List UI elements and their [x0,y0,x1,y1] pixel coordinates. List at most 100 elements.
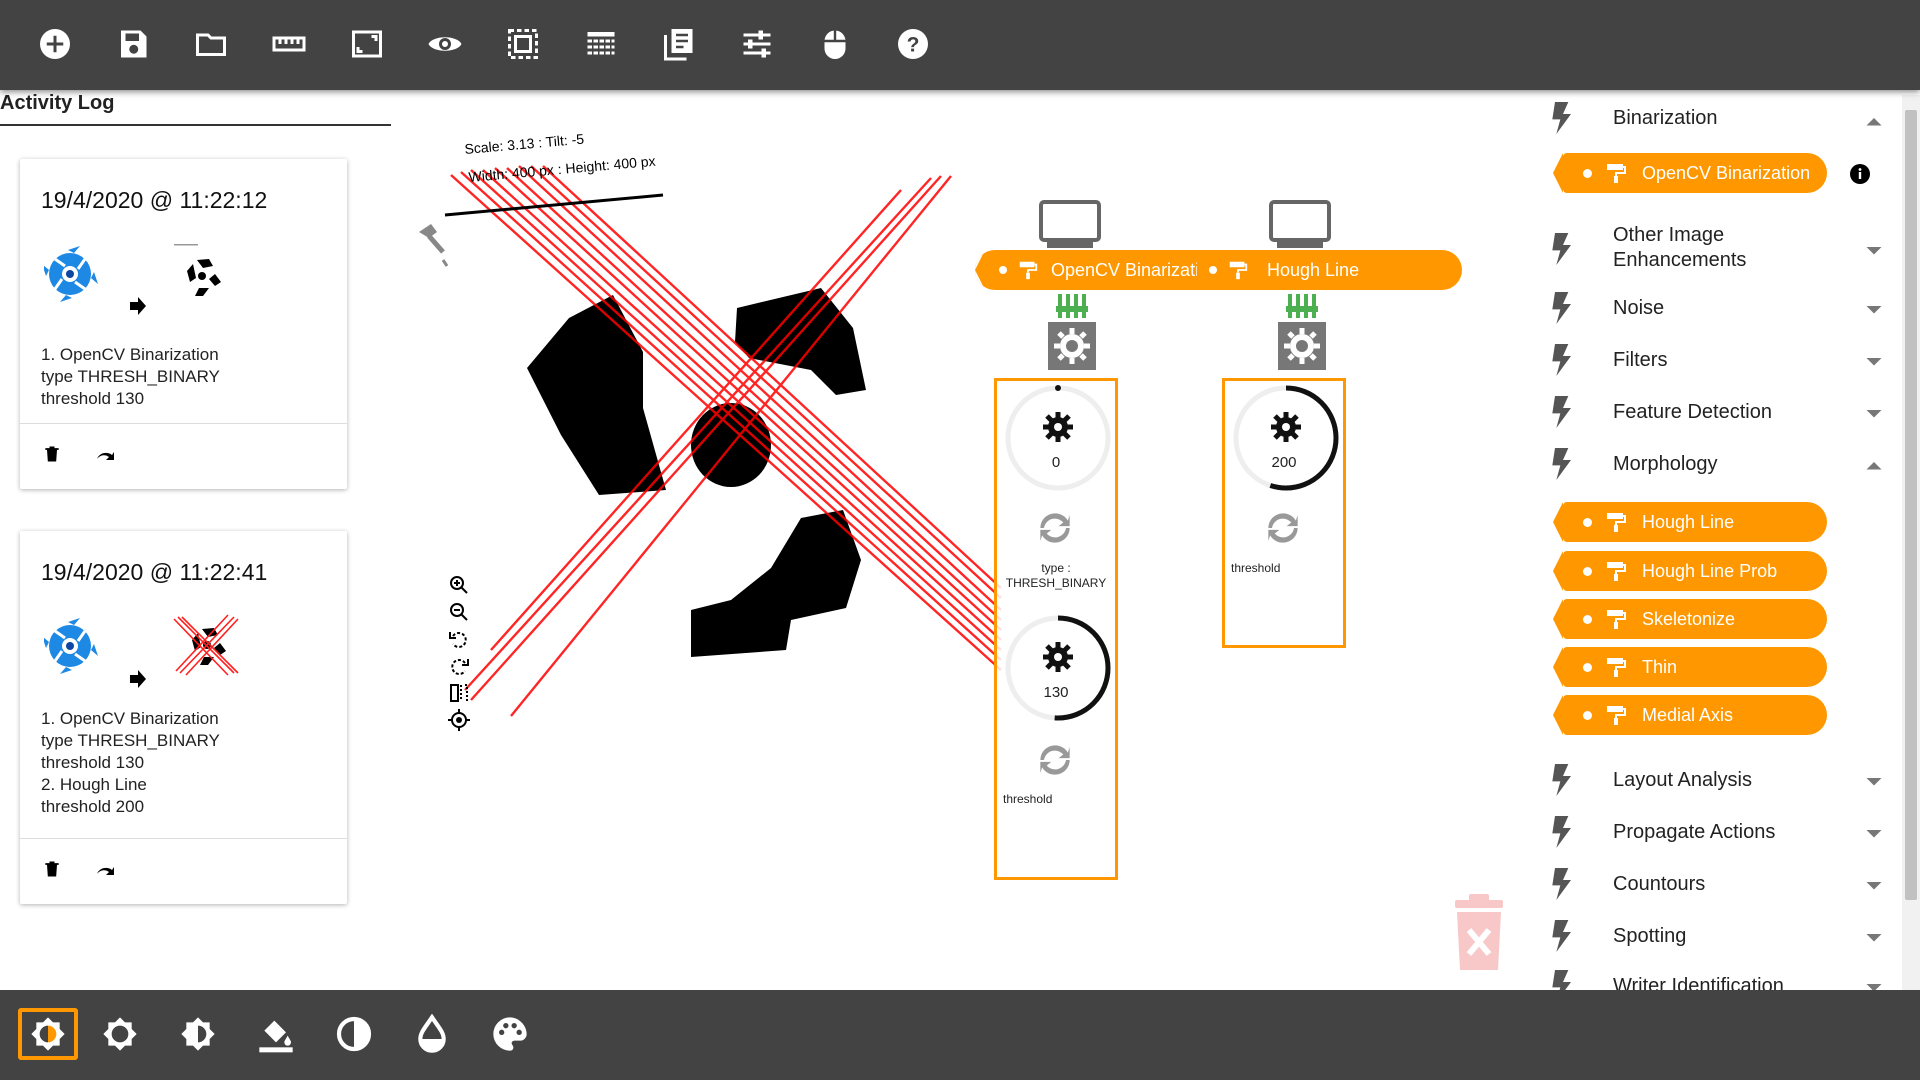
folder-icon[interactable] [191,24,231,64]
document-list-icon[interactable] [659,24,699,64]
category-label: Filters [1613,349,1668,371]
center-target-icon[interactable] [447,708,471,732]
pipeline-node-binarization[interactable]: OpenCV Binarizatic [975,250,1215,290]
category-feature-detection[interactable]: Feature Detection [1531,396,1901,428]
brightness-icon[interactable] [90,1008,150,1060]
image-canvas[interactable]: Scale: 3.13 : Tilt: -5 Width: 400 px : H… [391,90,1531,990]
zoom-in-icon[interactable] [447,573,471,597]
category-label: Other Image Enhancements [1613,223,1746,273]
bolt-icon [1552,868,1571,900]
ruler-icon[interactable] [269,24,309,64]
algorithm-medial-axis[interactable]: Medial Axis [1553,695,1827,735]
refresh-icon[interactable] [1033,506,1077,550]
redo-entry-icon[interactable] [91,854,121,884]
monitor-icon[interactable] [1269,200,1331,248]
caret-down-icon [1866,984,1882,990]
sidebar-scrollbar-thumb[interactable] [1905,110,1917,900]
caret-down-icon [1866,882,1882,890]
category-label: Countours [1613,873,1706,895]
algorithm-opencv-binarization[interactable]: OpenCV Binarization [1553,153,1827,193]
category-propagate-actions[interactable]: Propagate Actions [1531,816,1901,848]
rotate-left-icon[interactable] [447,627,471,651]
algorithm-label: Skeletonize [1642,608,1736,629]
bolt-icon [1552,920,1571,952]
svg-text:?: ? [907,34,920,57]
parameters-panel: 200 threshold [1222,378,1346,648]
category-other-image-enhancements[interactable]: Other Image Enhancements [1531,223,1901,277]
monitor-icon[interactable] [1039,200,1101,248]
palette-icon[interactable] [480,1008,540,1060]
brightness-contrast-icon[interactable] [18,1008,78,1060]
opacity-drop-icon[interactable] [402,1008,462,1060]
tune-sliders-icon[interactable] [737,24,777,64]
caret-down-icon [1866,410,1882,418]
algorithm-hough-line[interactable]: Hough Line [1553,502,1827,542]
bolt-icon [1552,102,1571,134]
category-label: Layout Analysis [1613,769,1752,791]
param-label-line: THRESH_BINARY [1005,576,1107,590]
eye-icon[interactable] [425,24,465,64]
paint-roller-icon [1607,706,1626,725]
layers-lines-icon[interactable] [581,24,621,64]
category-spotting[interactable]: Spotting [1531,920,1901,952]
scale-info-line2: Width: 400 px : Height: 400 px [468,153,656,185]
redo-entry-icon[interactable] [91,439,121,469]
algorithm-label: Hough Line [1642,511,1735,532]
pipeline-node-hough-line[interactable]: Hough Line [1197,250,1462,290]
algorithm-skeletonize[interactable]: Skeletonize [1553,599,1827,639]
log-entry-card: 19/4/2020 @ 11:22:41 1. OpenCV Binarizat… [20,531,347,904]
log-entry-details: 1. OpenCV Binarization type THRESH_BINAR… [41,708,220,818]
crop-frame-icon[interactable] [347,24,387,64]
algorithm-label: Medial Axis [1642,704,1734,725]
zoom-out-icon[interactable] [447,600,471,624]
param-label-line: type : [1041,561,1071,575]
hammer-tool-icon[interactable] [413,218,453,270]
algorithm-hough-line-prob[interactable]: Hough Line Prob [1553,551,1827,591]
paint-roller-icon [1607,658,1626,677]
delete-entry-icon[interactable] [37,439,67,469]
threshold-dial[interactable] [1231,381,1341,491]
flip-icon[interactable] [447,681,471,705]
paint-roller-icon [1607,513,1626,532]
type-dial[interactable] [1003,381,1113,491]
category-noise[interactable]: Noise [1531,292,1901,324]
invert-icon[interactable] [324,1008,384,1060]
category-layout-analysis[interactable]: Layout Analysis [1531,764,1901,796]
refresh-icon[interactable] [1033,738,1077,782]
refresh-icon[interactable] [1261,506,1305,550]
log-step: threshold 200 [41,797,145,816]
paint-roller-icon [1607,610,1626,629]
select-dashed-icon[interactable] [503,24,543,64]
processed-image-preview[interactable]: Scale: 3.13 : Tilt: -5 Width: 400 px : H… [391,90,1041,750]
mouse-icon[interactable] [815,24,855,64]
info-icon[interactable] [1849,163,1871,185]
caret-down-icon [1866,778,1882,786]
algorithm-thin[interactable]: Thin [1553,647,1827,687]
category-countours[interactable]: Countours [1531,868,1901,900]
category-filters[interactable]: Filters [1531,344,1901,376]
pill-dot [1583,566,1592,576]
threshold-dial[interactable] [1003,613,1113,723]
category-morphology[interactable]: Morphology [1531,448,1901,480]
parameters-panel: 0 type : THRESH_BINARY 130 threshold [994,378,1118,880]
delete-entry-icon[interactable] [37,854,67,884]
paint-roller-icon [1607,562,1626,581]
category-writer-identification[interactable]: Writer Identification [1531,970,1901,990]
dial-value: 0 [1051,454,1061,471]
paint-roller-icon [1019,261,1038,280]
contrast-half-icon[interactable] [168,1008,228,1060]
log-entry-thumbnails [44,614,239,688]
pill-dot [1583,168,1592,178]
caret-down-icon [1866,934,1882,942]
help-icon[interactable]: ? [893,24,933,64]
top-toolbar: ? [0,0,1920,90]
add-icon[interactable] [35,24,75,64]
caret-down-icon [1866,830,1882,838]
rotate-right-icon[interactable] [447,654,471,678]
caret-down-icon [1866,247,1882,255]
paint-roller-icon [1229,261,1248,280]
save-icon[interactable] [113,24,153,64]
trash-drop-icon[interactable] [1449,894,1509,974]
category-binarization[interactable]: Binarization [1531,102,1901,134]
fill-color-icon[interactable] [246,1008,306,1060]
